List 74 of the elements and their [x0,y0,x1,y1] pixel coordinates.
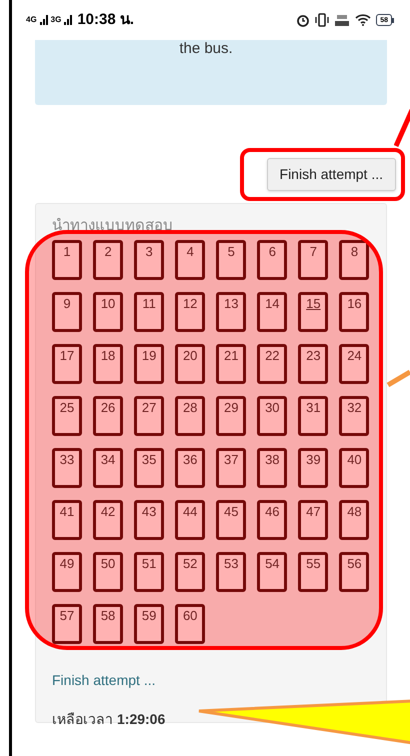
question-button[interactable]: 14 [257,292,288,332]
question-button[interactable]: 9 [52,292,82,332]
question-button[interactable]: 44 [175,500,206,540]
question-button[interactable]: 33 [52,448,82,488]
question-button[interactable]: 22 [257,344,288,384]
signal-label: 3G [50,16,62,24]
question-button[interactable]: 26 [93,396,124,436]
question-button[interactable]: 29 [216,396,246,436]
question-button[interactable]: 30 [257,396,288,436]
question-button[interactable]: 42 [93,500,124,540]
question-button[interactable]: 20 [175,344,206,384]
question-button[interactable]: 55 [298,552,328,592]
question-button[interactable]: 10 [93,292,124,332]
signal-icon [64,15,72,25]
status-time: 10:38 น. [77,10,134,30]
question-button[interactable]: 8 [339,240,370,280]
question-button[interactable]: 60 [175,604,206,644]
question-button[interactable]: 6 [257,240,288,280]
question-button[interactable]: 40 [339,448,370,488]
question-button[interactable]: 48 [339,500,370,540]
question-button[interactable]: 15 [298,292,328,332]
navigation-title: นำทางแบบทดสอบ [52,218,174,232]
question-button[interactable]: 18 [93,344,124,384]
question-button[interactable]: 37 [216,448,246,488]
question-button[interactable]: 17 [52,344,82,384]
question-button[interactable]: 38 [257,448,288,488]
question-button[interactable]: 19 [134,344,164,384]
question-button[interactable]: 3 [134,240,164,280]
question-button[interactable]: 25 [52,396,82,436]
alarm-icon [296,13,310,27]
question-button[interactable]: 54 [257,552,288,592]
time-left-label: เหลือเวลา [52,710,113,729]
question-button[interactable]: 47 [298,500,328,540]
question-button[interactable]: 51 [134,552,164,592]
question-button[interactable]: 12 [175,292,206,332]
question-button[interactable]: 4 [175,240,206,280]
question-button[interactable]: 1 [52,240,82,280]
vibrate-icon [315,13,330,27]
signal-icon [40,15,48,25]
wifi-icon [355,14,372,26]
signal-label: 4G [26,16,37,24]
question-button[interactable]: 52 [175,552,206,592]
question-button[interactable]: 34 [93,448,124,488]
question-button[interactable]: 16 [339,292,370,332]
question-button[interactable]: 57 [52,604,82,644]
question-button[interactable]: 49 [52,552,82,592]
question-button[interactable]: 11 [134,292,164,332]
question-button[interactable]: 35 [134,448,164,488]
question-button[interactable]: 23 [298,344,328,384]
question-button[interactable]: 2 [93,240,124,280]
finish-attempt-button[interactable]: Finish attempt ... [266,158,396,191]
question-button[interactable]: 36 [175,448,206,488]
question-button[interactable]: 41 [52,500,82,540]
question-button[interactable]: 21 [216,344,246,384]
question-button[interactable]: 28 [175,396,206,436]
question-button[interactable]: 53 [216,552,246,592]
question-button[interactable]: 32 [339,396,370,436]
question-button[interactable]: 27 [134,396,164,436]
question-button[interactable]: 45 [216,500,246,540]
question-button[interactable]: 50 [93,552,124,592]
question-button[interactable]: 5 [216,240,246,280]
time-left-value: 1:29:06 [117,710,166,729]
question-button[interactable]: 59 [134,604,164,644]
question-button[interactable]: 58 [93,604,124,644]
question-button[interactable]: 46 [257,500,288,540]
feedback-text: the bus. [179,40,233,59]
question-button[interactable]: 39 [298,448,328,488]
question-button[interactable]: 24 [339,344,370,384]
question-button[interactable]: 56 [339,552,370,592]
question-button[interactable]: 13 [216,292,246,332]
finish-attempt-link[interactable]: Finish attempt ... [52,670,370,691]
question-button[interactable]: 43 [134,500,164,540]
question-button[interactable]: 7 [298,240,328,280]
question-button[interactable]: 31 [298,396,328,436]
